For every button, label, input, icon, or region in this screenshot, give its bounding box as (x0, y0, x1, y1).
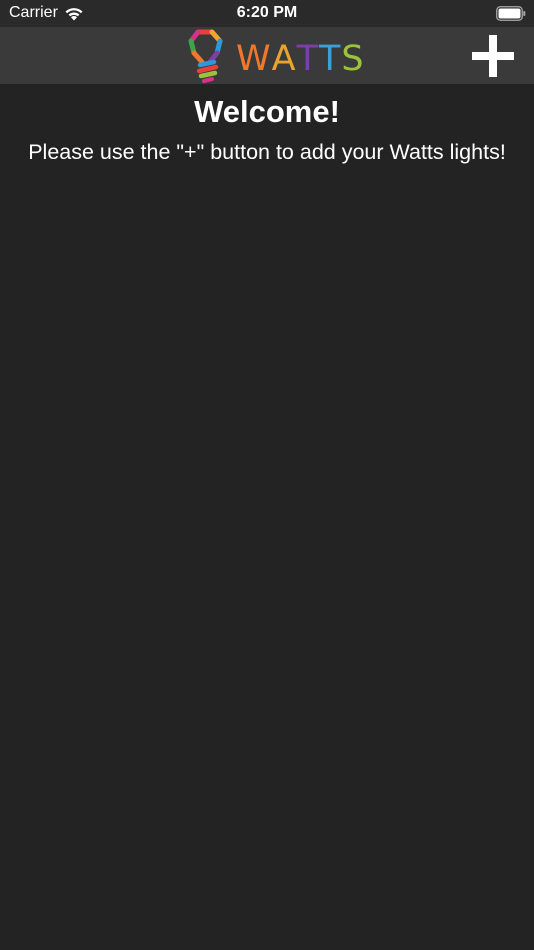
plus-icon (472, 35, 514, 77)
logo-letter: S (341, 38, 365, 79)
lightbulb-logo-icon (188, 29, 223, 83)
welcome-title: Welcome! (194, 94, 340, 129)
navigation-bar: W A T T S (0, 27, 534, 84)
app-screen: Carrier 6:20 PM W A T T S Welcome! Pleas… (0, 0, 534, 950)
logo-letter: T (296, 38, 319, 79)
watts-logo: W A T T S (186, 27, 365, 84)
battery-icon (496, 6, 526, 21)
logo-wordmark: W A T T S (236, 39, 365, 79)
status-time: 6:20 PM (236, 4, 298, 21)
status-bar: Carrier 6:20 PM (0, 0, 534, 27)
logo-letter: T (318, 38, 342, 79)
logo-letter: W (236, 38, 272, 79)
welcome-message: Please use the "+" button to add your Wa… (28, 140, 506, 164)
logo-letter: A (271, 38, 297, 79)
add-light-button[interactable] (470, 33, 516, 79)
welcome-content: Welcome! Please use the "+" button to ad… (0, 84, 534, 166)
